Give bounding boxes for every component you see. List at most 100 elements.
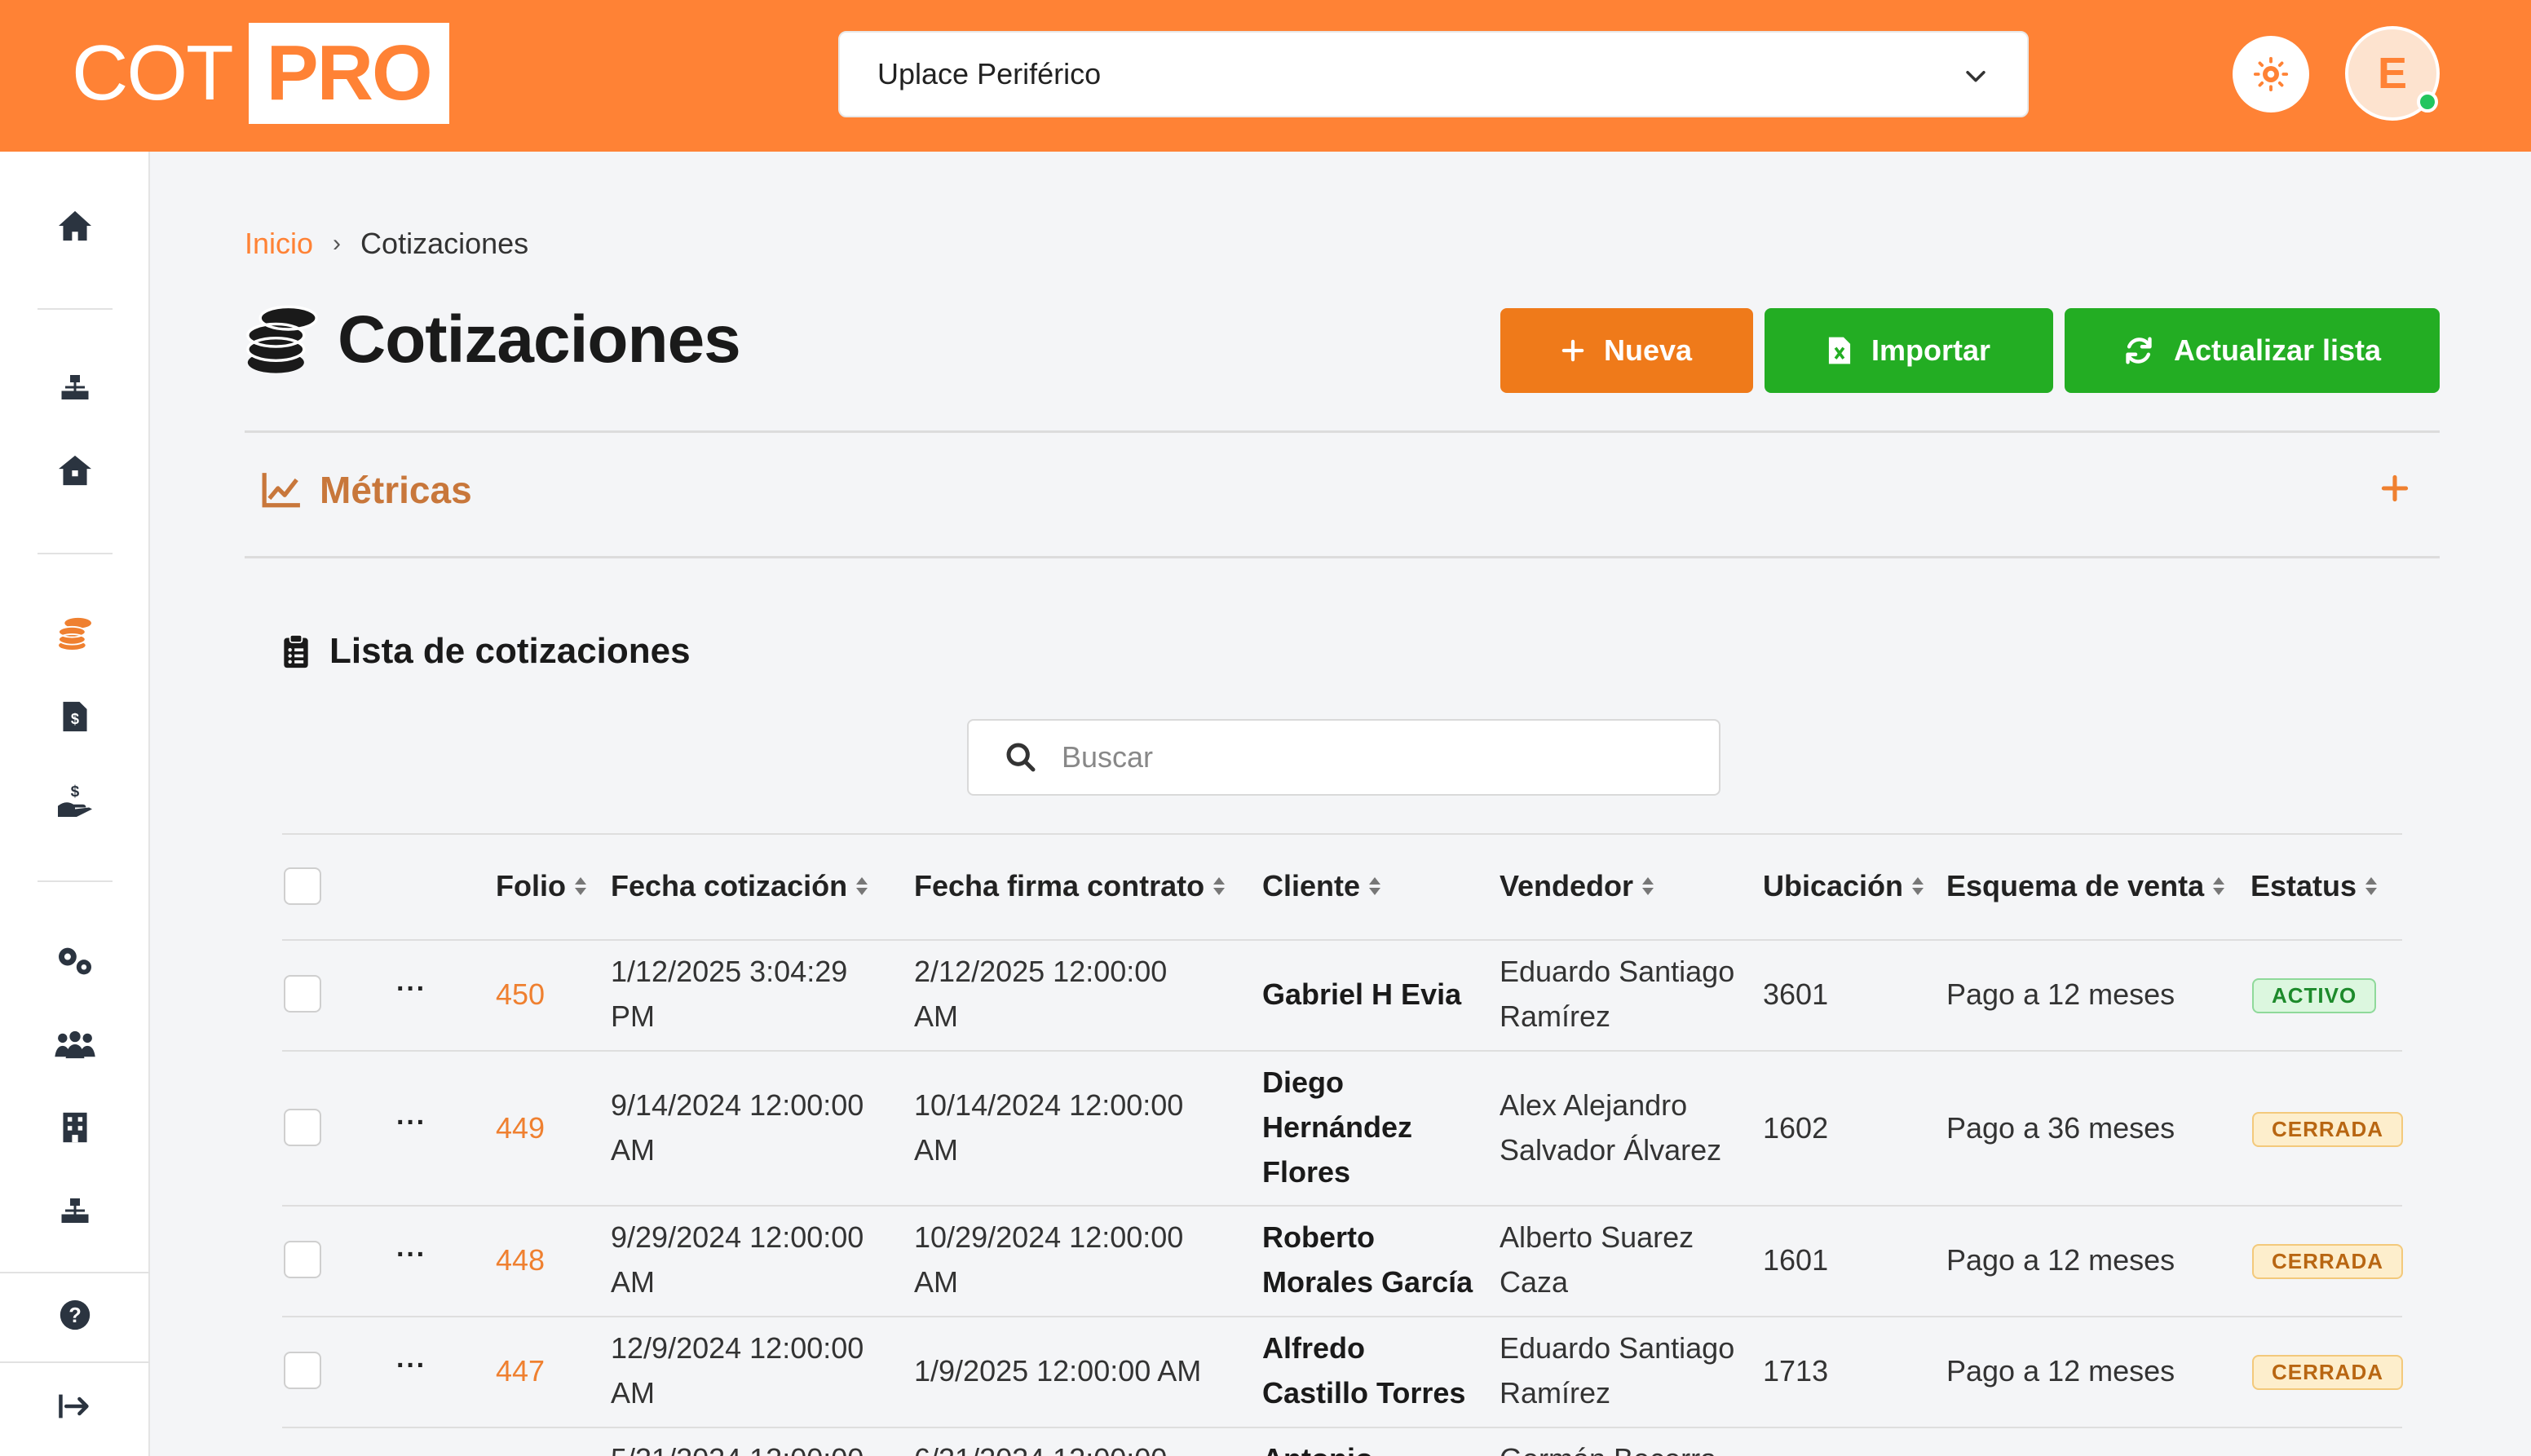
column-header-fecha-firma[interactable]: Fecha firma contrato: [914, 869, 1226, 903]
cell-folio[interactable]: 447: [496, 1348, 545, 1393]
column-header-vendedor[interactable]: Vendedor: [1500, 869, 1654, 903]
sidebar-item-users[interactable]: [0, 1008, 150, 1081]
sidebar-item-payments[interactable]: $: [0, 763, 150, 836]
avatar-initial: E: [2377, 49, 2408, 98]
table-row-divider: [282, 1427, 2402, 1428]
status-badge: CERRADA: [2252, 1244, 2403, 1279]
cell-fecha-cotizacion: 5/21/2024 12:00:00: [611, 1436, 864, 1456]
app-logo[interactable]: COT PRO: [72, 23, 449, 124]
sidebar-item-logout[interactable]: [0, 1370, 150, 1443]
building-home-icon: [59, 455, 91, 486]
invoice-icon: $: [63, 701, 87, 732]
table-row-divider: [282, 939, 2402, 941]
cell-folio[interactable]: 450: [496, 972, 545, 1017]
expand-plus-icon[interactable]: [2381, 474, 2409, 502]
sidebar-divider: [38, 553, 113, 554]
logout-icon: [59, 1394, 89, 1418]
sidebar-item-settings[interactable]: [0, 924, 150, 998]
cogs-icon: [59, 947, 91, 975]
sort-icon: [1368, 875, 1381, 898]
sidebar-item-properties[interactable]: [0, 434, 150, 507]
coins-icon: [58, 617, 91, 650]
logo-text-right: PRO: [248, 23, 449, 124]
row-checkbox[interactable]: [284, 1109, 321, 1146]
cell-fecha-cotizacion: 1/12/2025 3:04:29 PM: [611, 955, 848, 1033]
select-all-checkbox[interactable]: [284, 867, 321, 905]
list-title: Lista de cotizaciones: [282, 631, 691, 672]
sidebar-item-help[interactable]: ?: [0, 1278, 150, 1352]
search-input[interactable]: [1062, 740, 1681, 774]
refresh-list-button[interactable]: Actualizar lista: [2065, 308, 2440, 393]
row-actions-icon[interactable]: ···: [396, 973, 426, 1005]
cell-vendedor: Eduardo Santiago Ramírez: [1500, 1331, 1735, 1410]
sidebar-item-company[interactable]: [0, 1091, 150, 1164]
user-avatar[interactable]: E: [2345, 26, 2440, 121]
sidebar-item-home[interactable]: [0, 189, 150, 263]
cell-fecha-firma: 1/9/2025 12:00:00 AM: [914, 1354, 1202, 1388]
row-actions-icon[interactable]: ···: [396, 1107, 426, 1139]
sort-icon: [855, 875, 868, 898]
cell-fecha-cotizacion: 12/9/2024 12:00:00 AM: [611, 1331, 864, 1410]
new-quote-button[interactable]: Nueva: [1500, 308, 1753, 393]
cell-esquema: Pago a 12 meses: [1946, 1243, 2175, 1277]
cell-vendedor: Alberto Suarez Caza: [1500, 1220, 1694, 1299]
cell-folio[interactable]: 448: [496, 1238, 545, 1282]
cell-cliente: Diego Hernández Flores: [1262, 1066, 1413, 1189]
row-actions-icon[interactable]: ···: [396, 1239, 426, 1271]
sitemap-icon: [61, 375, 89, 399]
hand-dollar-icon: $: [58, 783, 92, 817]
coins-icon: [246, 305, 318, 373]
sidebar-item-hierarchy[interactable]: [0, 1174, 150, 1247]
building-icon: [63, 1112, 87, 1143]
online-status-dot: [2417, 91, 2438, 113]
clipboard-list-icon: [284, 633, 308, 668]
excel-file-icon: [1828, 337, 1851, 364]
search-box[interactable]: [967, 719, 1720, 796]
sidebar-item-invoices[interactable]: $: [0, 680, 150, 753]
sort-icon: [574, 875, 587, 898]
sidebar-item-structure[interactable]: [0, 351, 150, 424]
cell-fecha-cotizacion: 9/29/2024 12:00:00 AM: [611, 1220, 864, 1299]
column-header-fecha-cotizacion[interactable]: Fecha cotización: [611, 869, 868, 903]
cell-cliente: Gabriel H Evia: [1262, 977, 1462, 1011]
table-top-border: [282, 833, 2402, 835]
cell-esquema: Pago a 36 meses: [1946, 1111, 2175, 1145]
plus-icon: [1561, 339, 1584, 362]
column-header-label: Estatus: [2251, 869, 2357, 902]
metrics-toggle[interactable]: Métricas: [261, 468, 472, 512]
column-header-esquema[interactable]: Esquema de venta: [1946, 869, 2225, 903]
breadcrumb-home-link[interactable]: Inicio: [245, 227, 313, 261]
search-icon: [1006, 743, 1036, 772]
cell-folio[interactable]: 449: [496, 1105, 545, 1150]
cell-fecha-firma: 2/12/2025 12:00:00 AM: [914, 955, 1168, 1033]
row-actions-icon[interactable]: ···: [396, 1350, 426, 1382]
row-checkbox[interactable]: [284, 975, 321, 1013]
theme-toggle-button[interactable]: [2233, 36, 2309, 113]
project-select[interactable]: Uplace Periférico: [838, 31, 2029, 117]
line-chart-icon: [262, 473, 300, 508]
refresh-icon: [2126, 337, 2152, 364]
column-header-label: Esquema de venta: [1946, 869, 2205, 902]
users-icon: [55, 1030, 95, 1059]
svg-text:$: $: [71, 783, 80, 801]
sitemap-icon: [61, 1198, 89, 1223]
column-header-ubicacion[interactable]: Ubicación: [1763, 869, 1924, 903]
import-button[interactable]: Importar: [1765, 308, 2053, 393]
column-header-folio[interactable]: Folio: [496, 869, 587, 903]
column-header-label: Vendedor: [1500, 869, 1634, 902]
sidebar: $ $ ?: [0, 152, 150, 1456]
cell-fecha-firma: 10/29/2024 12:00:00 AM: [914, 1220, 1184, 1299]
sort-icon: [1911, 875, 1924, 898]
cell-vendedor: Germán Becerra: [1500, 1436, 1716, 1456]
row-checkbox[interactable]: [284, 1352, 321, 1389]
column-header-estatus[interactable]: Estatus: [2251, 869, 2378, 903]
sidebar-divider: [38, 308, 113, 310]
cell-cliente: Roberto Morales García: [1262, 1220, 1473, 1299]
column-header-label: Fecha firma contrato: [914, 869, 1205, 902]
row-checkbox[interactable]: [284, 1241, 321, 1278]
cell-fecha-cotizacion: 9/14/2024 12:00:00 AM: [611, 1088, 864, 1167]
column-header-label: Ubicación: [1763, 869, 1904, 902]
status-badge: ACTIVO: [2252, 978, 2377, 1013]
column-header-cliente[interactable]: Cliente: [1262, 869, 1381, 903]
sidebar-item-cotizaciones[interactable]: [0, 597, 150, 670]
